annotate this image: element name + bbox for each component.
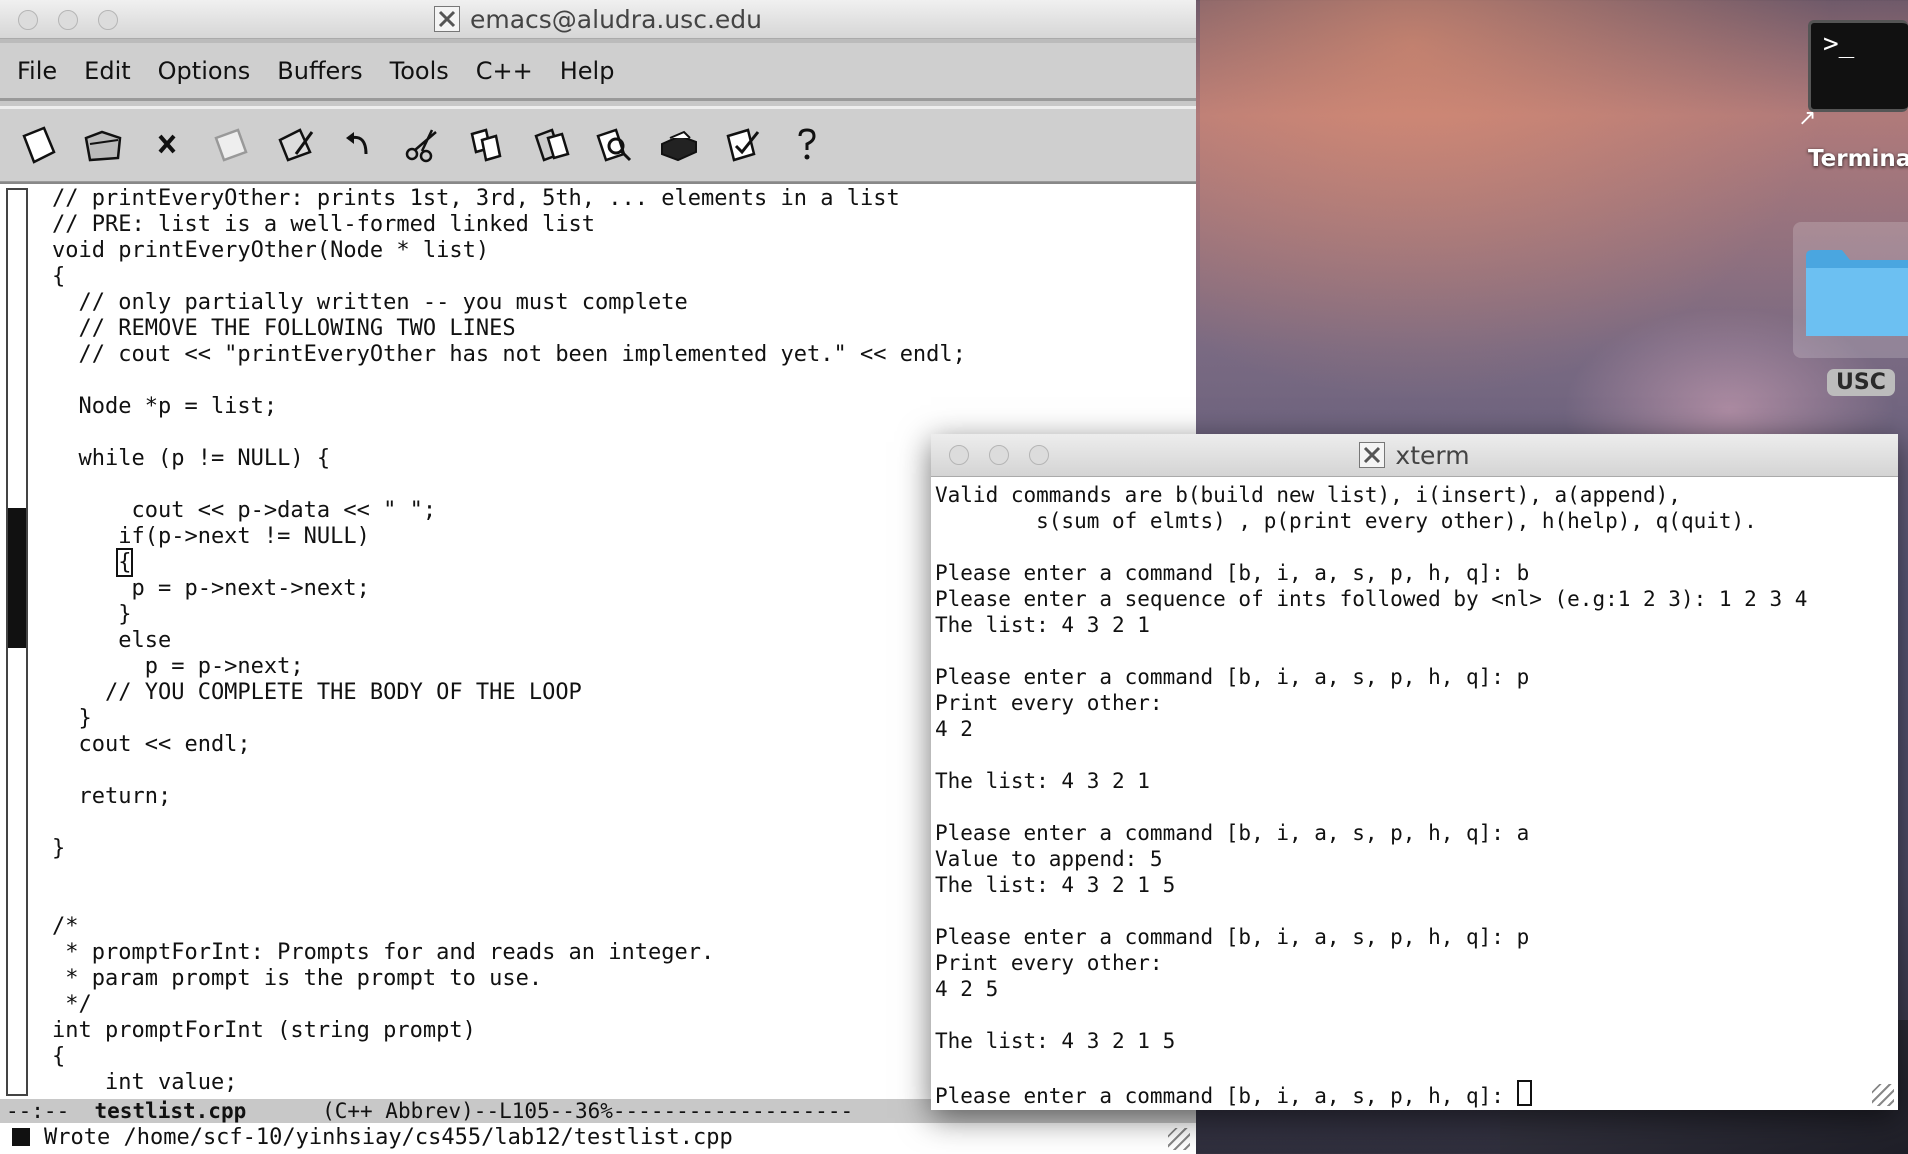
minibuffer-indicator-icon [12, 1128, 30, 1146]
save-icon[interactable] [206, 120, 256, 170]
menu-options[interactable]: Options [155, 55, 254, 87]
x11-icon [1359, 442, 1386, 468]
toolbar [0, 106, 1196, 184]
search-icon[interactable] [590, 120, 640, 170]
window-title: emacs@aludra.usc.edu [469, 4, 762, 34]
menu-tools[interactable]: Tools [387, 55, 452, 87]
folder-icon[interactable] [1802, 238, 1908, 342]
preferences-icon[interactable] [718, 120, 768, 170]
vertical-scrollbar[interactable] [6, 188, 28, 1096]
print-icon[interactable] [654, 120, 704, 170]
undo-icon[interactable] [334, 120, 384, 170]
mode-info: (C++ Abbrev)--L105--36%-----------------… [246, 1099, 854, 1123]
menu-file[interactable]: File [14, 55, 60, 87]
menu-edit[interactable]: Edit [81, 55, 133, 87]
minibuffer[interactable]: Wrote /home/scf-10/yinhsiay/cs455/lab12/… [0, 1123, 1196, 1154]
terminal-output[interactable]: Valid commands are b(build new list), i(… [935, 482, 1807, 1109]
x11-icon [433, 6, 460, 32]
menu-buffers[interactable]: Buffers [274, 55, 365, 87]
alias-arrow-icon: ↗ [1798, 106, 1817, 131]
terminal-cursor [1516, 1080, 1532, 1106]
resize-grip-icon[interactable] [1168, 1128, 1190, 1150]
paste-icon[interactable] [526, 120, 576, 170]
xterm-resize-grip-icon[interactable] [1872, 1084, 1894, 1106]
scrollbar-thumb[interactable] [8, 508, 26, 648]
xterm-title: xterm [1395, 440, 1470, 470]
code-text[interactable]: // printEveryOther: prints 1st, 3rd, 5th… [52, 186, 966, 1096]
menu-cpp[interactable]: C++ [473, 55, 536, 87]
terminal-app-label[interactable]: Termina [1808, 146, 1908, 172]
text-cursor: { [116, 548, 134, 577]
copy-icon[interactable] [462, 120, 512, 170]
emacs-titlebar[interactable]: emacs@aludra.usc.edu [0, 0, 1196, 39]
terminal-prompt-glyph: >_ [1823, 29, 1855, 59]
terminal-app-icon[interactable]: >_ [1808, 20, 1908, 112]
folder-label[interactable]: USC [1827, 369, 1895, 396]
menubar: File Edit Options Buffers Tools C++ Help [0, 39, 1196, 101]
minibuffer-message: Wrote /home/scf-10/yinhsiay/cs455/lab12/… [44, 1125, 733, 1150]
close-icon[interactable] [142, 120, 192, 170]
save-as-icon[interactable] [270, 120, 320, 170]
xterm-titlebar[interactable]: xterm [931, 434, 1898, 477]
xterm-window: xterm Valid commands are b(build new lis… [931, 434, 1898, 1110]
buffer-name: testlist.cpp [94, 1099, 247, 1123]
help-icon[interactable] [782, 120, 832, 170]
new-file-icon[interactable] [14, 120, 64, 170]
cut-icon[interactable] [398, 120, 448, 170]
open-folder-icon[interactable] [78, 120, 128, 170]
menu-help[interactable]: Help [557, 55, 618, 87]
